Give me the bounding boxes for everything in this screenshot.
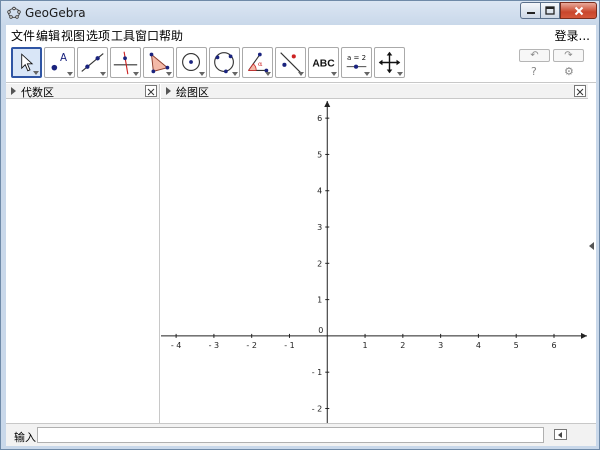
algebra-view: 代数区 [6,84,160,423]
tool-menu-triangle-icon [298,72,304,76]
tool-point[interactable]: A [44,47,75,78]
tool-menu-triangle-icon [67,72,73,76]
menu-bar: 文件 编辑 视图 选项 工具 窗口 帮助 登录... [6,25,596,43]
y-tick-group: - 2 - 1 1 2 3 4 5 6 [312,114,330,413]
x-axis-arrow-icon [581,332,587,339]
tool-text[interactable]: ABC [308,47,339,78]
command-input[interactable] [37,427,544,443]
window-title: GeoGebra [25,6,86,20]
svg-text:A: A [60,52,67,64]
input-bar: 输入: [6,423,596,446]
graphics-view: 绘图区 - 4 - 3 - 2 - 1 1 2 3 4 5 6 - 2 - 1 1 2 3 4 5 6 0 [161,84,588,423]
menu-window[interactable]: 窗口 [135,27,159,44]
y-tick-label: 3 [317,223,322,232]
help-icon[interactable]: ? [531,65,537,78]
menu-tools[interactable]: 工具 [111,27,135,44]
slider-tool-label: a = 2 [347,53,366,62]
tool-menu-triangle-icon [265,72,271,76]
input-label: 输入: [14,431,40,444]
maximize-icon [545,6,555,15]
title-bar[interactable]: GeoGebra [1,1,599,25]
expand-triangle-icon[interactable] [166,87,171,95]
algebra-view-header: 代数区 [6,84,159,99]
y-tick-label: - 2 [312,404,323,413]
expand-triangle-icon[interactable] [11,87,16,95]
tool-reflect-about-line[interactable] [275,47,306,78]
tool-perpendicular-line[interactable] [110,47,141,78]
tool-bar: A α ABC a = 2 ↶ ↷ ? ⚙ [6,43,596,83]
minimize-button[interactable] [520,2,540,19]
geogebra-logo-icon [7,6,21,19]
minimize-icon [526,11,535,14]
x-tick-label: 3 [438,341,443,350]
close-icon [574,6,583,15]
x-tick-label: 6 [551,341,556,350]
y-tick-label: 4 [317,187,322,196]
tool-menu-triangle-icon [199,72,205,76]
tool-menu-triangle-icon [331,72,337,76]
origin-label: 0 [318,326,323,335]
undo-icon: ↶ [530,50,539,61]
x-tick-label: 1 [363,341,368,350]
perspective-sidebar-toggle[interactable] [588,84,596,423]
tool-circle-center-point[interactable] [176,47,207,78]
x-tick-label: 5 [514,341,519,350]
menu-view[interactable]: 视图 [61,27,85,44]
x-tick-label: - 1 [284,341,295,350]
close-window-button[interactable] [560,2,597,19]
maximize-button[interactable] [540,2,560,19]
menu-help[interactable]: 帮助 [159,27,183,44]
tool-polygon[interactable] [143,47,174,78]
redo-button[interactable]: ↷ [553,49,584,62]
x-tick-label: 2 [400,341,405,350]
close-icon [576,88,584,96]
tool-conic[interactable] [209,47,240,78]
tool-slider[interactable]: a = 2 [341,47,372,78]
text-tool-label: ABC [312,59,335,70]
menu-options[interactable]: 选项 [86,27,110,44]
x-tick-label: - 4 [171,341,182,350]
x-tick-label: - 3 [209,341,220,350]
redo-icon: ↷ [564,50,573,61]
close-icon [147,88,155,96]
tool-menu-triangle-icon [364,72,370,76]
tool-menu-triangle-icon [166,72,172,76]
client-area: 文件 编辑 视图 选项 工具 窗口 帮助 登录... A α ABC a = 2… [6,25,596,446]
tool-angle[interactable]: α [242,47,273,78]
menu-file[interactable]: 文件 [11,27,35,44]
y-tick-label: - 1 [312,368,323,377]
undo-button[interactable]: ↶ [519,49,550,62]
input-help-button[interactable] [554,429,567,440]
tool-move[interactable] [11,47,42,78]
menu-edit[interactable]: 编辑 [36,27,60,44]
graphics-view-title: 绘图区 [176,86,209,99]
settings-icon[interactable]: ⚙ [564,65,574,78]
tool-menu-triangle-icon [133,72,139,76]
login-link[interactable]: 登录... [555,27,590,44]
y-tick-label: 1 [317,296,322,305]
x-tick-label: - 2 [246,341,257,350]
x-tick-label: 4 [476,341,481,350]
y-tick-label: 6 [317,114,322,123]
tool-menu-triangle-icon [397,72,403,76]
y-tick-label: 5 [317,150,322,159]
close-algebra-view-button[interactable] [145,85,157,97]
svg-text:α: α [258,60,263,68]
tool-line[interactable] [77,47,108,78]
collapse-arrow-icon[interactable] [589,242,594,250]
coordinate-canvas[interactable]: - 4 - 3 - 2 - 1 1 2 3 4 5 6 - 2 - 1 1 2 3 4 5 6 0 [161,100,588,423]
close-graphics-view-button[interactable] [574,85,586,97]
application-window: GeoGebra 文件 编辑 视图 选项 工具 窗口 帮助 登录... A α … [0,0,600,450]
tool-menu-triangle-icon [232,72,238,76]
tool-menu-triangle-icon [100,72,106,76]
graphics-view-header: 绘图区 [161,84,588,99]
algebra-view-title: 代数区 [21,86,54,99]
tool-move-graphics-view[interactable] [374,47,405,78]
y-tick-label: 2 [317,259,322,268]
y-axis-arrow-icon [324,101,331,107]
tool-menu-triangle-icon [33,71,39,75]
